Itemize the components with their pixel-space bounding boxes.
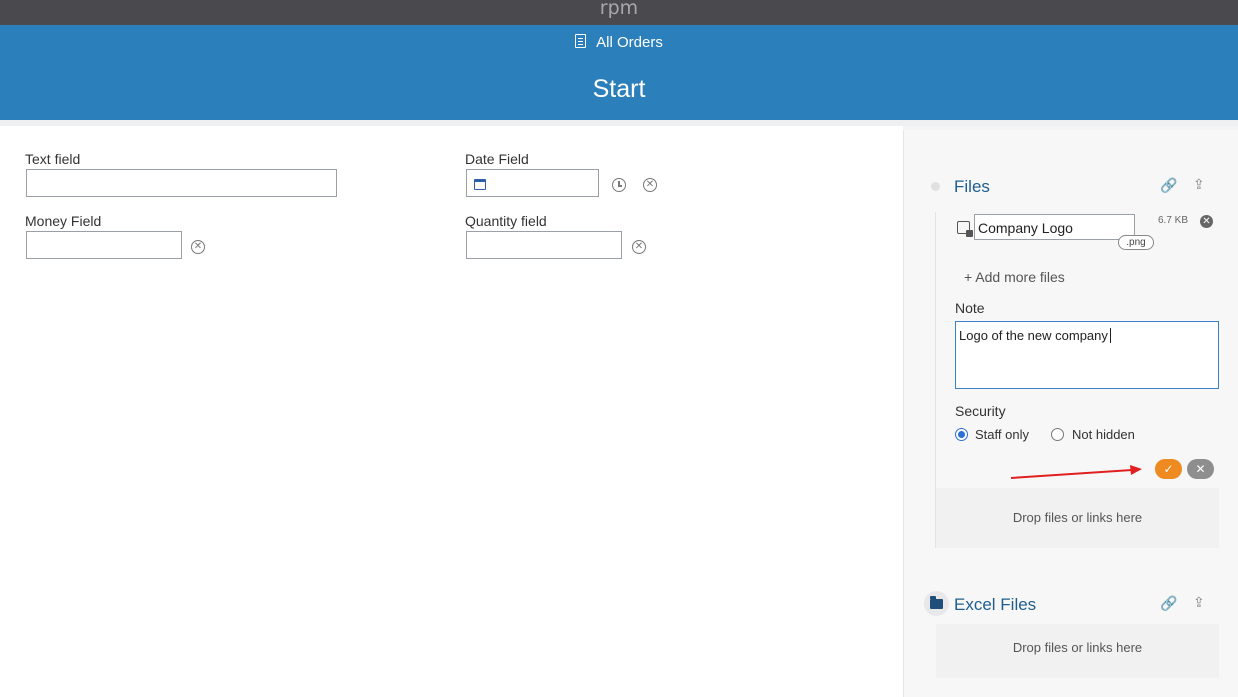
money-field-input[interactable] xyxy=(26,231,182,259)
confirm-button[interactable]: ✓ xyxy=(1155,459,1182,479)
folder-icon xyxy=(930,596,943,609)
date-field-label: Date Field xyxy=(465,151,529,167)
note-text: Logo of the new company xyxy=(959,328,1108,343)
not-hidden-radio[interactable] xyxy=(1051,428,1064,441)
staff-only-label[interactable]: Staff only xyxy=(975,427,1029,442)
upload-icon[interactable]: ⇪ xyxy=(1193,177,1205,193)
add-link-icon[interactable]: 🔗 xyxy=(1160,178,1177,194)
calendar-icon[interactable] xyxy=(474,179,486,190)
form-area xyxy=(0,126,903,697)
text-field-label: Text field xyxy=(25,151,81,167)
clear-money-icon[interactable]: ✕ xyxy=(191,240,205,254)
file-name-input[interactable]: Company Logo xyxy=(974,214,1135,240)
staff-only-radio[interactable] xyxy=(955,428,968,441)
money-field-label: Money Field xyxy=(25,213,102,229)
clock-icon[interactable] xyxy=(612,178,626,192)
file-extension-badge: .png xyxy=(1118,235,1154,250)
excel-add-link-icon[interactable]: 🔗 xyxy=(1160,596,1177,612)
note-label: Note xyxy=(955,300,985,316)
clear-quantity-icon[interactable]: ✕ xyxy=(632,240,646,254)
clear-date-icon[interactable]: ✕ xyxy=(643,178,657,192)
security-label: Security xyxy=(955,403,1006,419)
file-size: 6.7 KB xyxy=(1158,215,1189,226)
files-section-title: Files xyxy=(954,177,990,196)
top-bar: rpm xyxy=(0,0,1238,25)
brand-logo: rpm xyxy=(599,0,639,19)
files-drop-zone[interactable]: Drop files or links here xyxy=(936,488,1219,548)
cancel-button[interactable]: ✕ xyxy=(1187,459,1214,479)
folder-icon-badge xyxy=(924,591,949,616)
remove-file-icon[interactable]: ✕ xyxy=(1200,215,1213,228)
date-field-input[interactable] xyxy=(466,169,599,197)
section-dot xyxy=(931,182,940,191)
text-field-input[interactable] xyxy=(26,169,337,197)
add-more-files-link[interactable]: + Add more files xyxy=(964,269,1065,285)
annotation-arrow xyxy=(1010,465,1142,479)
quantity-field-label: Quantity field xyxy=(465,213,547,229)
all-orders-link[interactable]: All Orders xyxy=(0,34,1238,51)
page-header: All Orders Start xyxy=(0,25,1238,120)
image-file-icon xyxy=(957,221,973,237)
excel-files-section-title: Excel Files xyxy=(954,595,1037,614)
all-orders-label: All Orders xyxy=(596,34,663,51)
document-icon xyxy=(575,34,587,48)
excel-upload-icon[interactable]: ⇪ xyxy=(1193,595,1205,611)
not-hidden-label[interactable]: Not hidden xyxy=(1072,427,1135,442)
note-textarea[interactable]: Logo of the new company xyxy=(955,321,1219,389)
excel-drop-zone[interactable]: Drop files or links here xyxy=(936,624,1219,678)
quantity-field-input[interactable] xyxy=(466,231,622,259)
page-title: Start xyxy=(592,75,646,103)
